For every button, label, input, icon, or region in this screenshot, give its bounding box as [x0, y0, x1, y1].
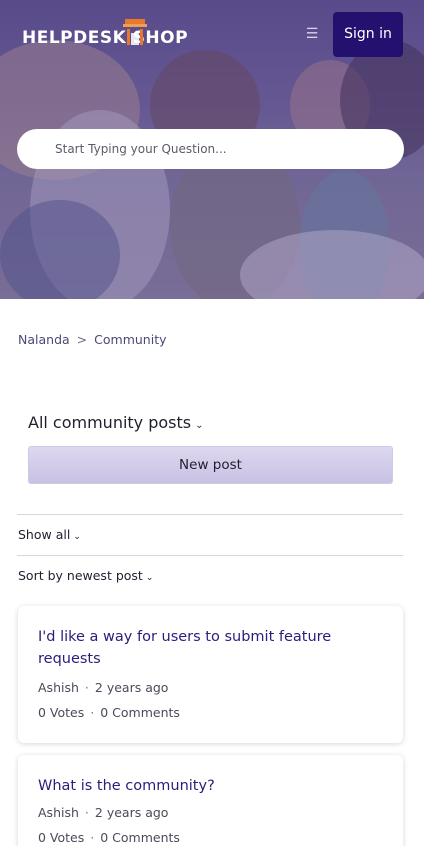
post-author: Ashish	[38, 805, 79, 820]
breadcrumb-item-nalanda[interactable]: Nalanda	[18, 332, 70, 347]
divider	[17, 514, 403, 515]
show-all-label: Show all	[18, 527, 71, 542]
post-comments: 0 Comments	[100, 830, 180, 845]
post-stats: 0 Votes · 0 Comments	[38, 830, 180, 845]
post-time: 2 years ago	[94, 805, 169, 820]
page-title: All community posts	[28, 413, 192, 432]
divider	[17, 555, 403, 556]
hero-banner: HELPDESK SHOP ☰ Sign in	[0, 0, 424, 299]
post-title-link[interactable]: What is the community?	[38, 775, 378, 797]
sort-label: Sort by newest post	[18, 568, 143, 583]
posts-filter-dropdown[interactable]: All community posts ⌄	[28, 413, 204, 432]
sort-dropdown[interactable]: Sort by newest post ⌄	[18, 568, 153, 583]
post-title-link[interactable]: I'd like a way for users to submit featu…	[38, 626, 378, 670]
post-meta: Ashish · 2 years ago	[38, 680, 169, 695]
breadcrumb-item-community[interactable]: Community	[94, 332, 166, 347]
post-votes: 0 Votes	[38, 830, 85, 845]
post-author: Ashish	[38, 680, 79, 695]
show-all-dropdown[interactable]: Show all ⌄	[18, 527, 81, 542]
post-meta: Ashish · 2 years ago	[38, 805, 169, 820]
brand-logo[interactable]: HELPDESK SHOP	[22, 19, 189, 49]
new-post-button[interactable]: New post	[28, 446, 393, 484]
logo-text: HELPDESK SHOP	[22, 28, 189, 48]
shop-logo-icon	[123, 19, 147, 45]
breadcrumb-separator: >	[76, 332, 88, 347]
chevron-down-icon: ⌄	[195, 420, 204, 431]
chevron-down-icon: ⌄	[73, 532, 81, 542]
search-input[interactable]	[17, 129, 404, 169]
hamburger-menu-icon[interactable]: ☰	[302, 26, 322, 42]
post-comments: 0 Comments	[100, 705, 180, 720]
post-card: I'd like a way for users to submit featu…	[18, 606, 403, 743]
post-card: What is the community? Ashish · 2 years ag…	[18, 755, 403, 846]
breadcrumb: Nalanda > Community	[18, 332, 167, 347]
sign-in-button[interactable]: Sign in	[333, 12, 403, 57]
chevron-down-icon: ⌄	[145, 573, 154, 583]
post-time: 2 years ago	[94, 680, 169, 695]
post-votes: 0 Votes	[38, 705, 85, 720]
post-stats: 0 Votes · 0 Comments	[38, 705, 180, 720]
